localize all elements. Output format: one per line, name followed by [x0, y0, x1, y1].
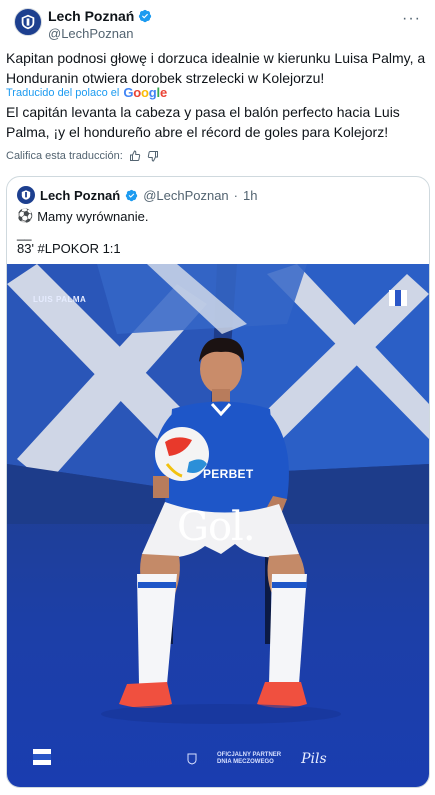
author-display-name[interactable]: Lech Poznań — [48, 8, 134, 24]
quoted-tweet-header: Lech Poznań @LechPoznan · 1h — [17, 186, 257, 204]
quoted-timestamp: 1h — [243, 187, 258, 203]
quoted-line-2: __ — [17, 226, 32, 241]
quoted-author-avatar — [17, 186, 35, 204]
google-logo: Google — [123, 85, 167, 100]
pils-logo: Pils — [301, 751, 327, 767]
separator-dot: · — [233, 187, 239, 203]
verified-badge-icon — [125, 189, 138, 202]
partner-label-line-1: OFICJALNY PARTNER — [217, 752, 282, 758]
city-crest-icon — [187, 753, 197, 765]
translation-text: El capitán levanta la cabeza y pasa el b… — [6, 104, 400, 140]
quoted-line-1-text: Mamy wyrównanie. — [37, 208, 149, 224]
more-options-button[interactable]: ··· — [402, 10, 421, 28]
translated-by-row[interactable]: Traducido del polaco el Google — [6, 85, 167, 100]
verified-badge-icon — [138, 9, 152, 23]
author-name-block: Lech Poznań @LechPoznan — [48, 8, 152, 41]
club-flag-icon — [33, 749, 51, 765]
partner-label-line-2: DNIA MECZOWEGO — [217, 759, 274, 765]
quoted-display-name: Lech Poznań — [40, 187, 121, 203]
tweet-header: Lech Poznań @LechPoznan ··· — [14, 8, 421, 44]
goal-graphic-image[interactable]: LUIS PALMA PERBET Gol. OFICJALNY PARTNER… — [7, 264, 429, 787]
rate-translation-label: Califica esta traducción: — [6, 150, 123, 162]
translated-by-label: Traducido del polaco el — [6, 86, 120, 99]
sponsor-footer: OFICJALNY PARTNER DNIA MECZOWEGO Pils — [187, 751, 327, 767]
lech-crest-icon — [21, 14, 35, 30]
quoted-line-1: ⚽ Mamy wyrównanie. — [17, 208, 148, 224]
author-avatar[interactable] — [14, 8, 42, 36]
jersey-sponsor-text: PERBET — [203, 467, 254, 481]
lech-crest-icon — [21, 190, 31, 200]
quoted-handle: @LechPoznan — [143, 187, 229, 203]
author-handle[interactable]: @LechPoznan — [48, 26, 152, 41]
thumbs-up-icon[interactable] — [129, 150, 141, 162]
quoted-line-3: 83' #LPOKOR 1:1 — [17, 241, 121, 256]
soccer-ball-icon: ⚽ — [17, 208, 34, 223]
rate-translation-row: Califica esta traducción: — [6, 150, 159, 162]
tweet-text: Kapitan podnosi głowę i dorzuca idealnie… — [6, 50, 426, 86]
goal-headline: Gol. — [177, 504, 256, 550]
quoted-tweet-card[interactable]: Lech Poznań @LechPoznan · 1h ⚽ Mamy wyró… — [6, 176, 430, 788]
partner-label: OFICJALNY PARTNER DNIA MECZOWEGO — [217, 752, 281, 766]
thumbs-down-icon[interactable] — [147, 150, 159, 162]
